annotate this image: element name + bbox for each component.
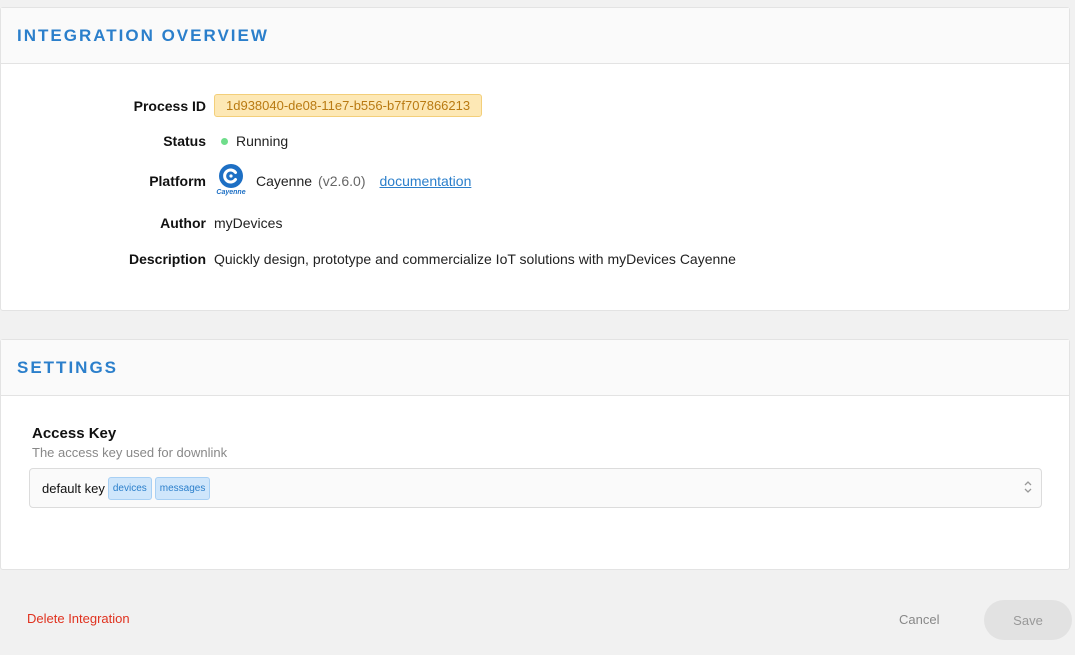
platform-row: Platform Cayenne Cayenne (v2.6.0) docume… xyxy=(1,163,471,199)
documentation-link[interactable]: documentation xyxy=(380,173,472,189)
save-button[interactable]: Save xyxy=(984,600,1072,640)
cayenne-logo-icon: Cayenne xyxy=(214,163,248,199)
status-label: Status xyxy=(163,133,206,149)
description-row: Description Quickly design, prototype an… xyxy=(1,251,736,267)
overview-header: INTEGRATION OVERVIEW xyxy=(1,8,1069,64)
status-dot-icon xyxy=(221,137,228,145)
integration-overview-card: INTEGRATION OVERVIEW Process ID 1d938040… xyxy=(0,7,1070,311)
access-key-value: default key xyxy=(42,480,105,496)
platform-label: Platform xyxy=(149,173,206,189)
platform-name: Cayenne xyxy=(256,173,313,189)
access-key-label: Access Key xyxy=(32,425,117,442)
author-value: myDevices xyxy=(214,215,283,231)
description-value: Quickly design, prototype and commercial… xyxy=(214,251,736,267)
process-id-label: Process ID xyxy=(133,97,206,114)
process-id-row: Process ID 1d938040-de08-11e7-b556-b7f70… xyxy=(1,94,483,117)
process-id-badge[interactable]: 1d938040-de08-11e7-b556-b7f707866213 xyxy=(214,94,483,117)
chevron-up-down-icon xyxy=(1023,479,1033,498)
description-label: Description xyxy=(128,251,206,267)
save-button-label: Save xyxy=(1013,612,1043,628)
tag-devices: devices xyxy=(107,476,152,500)
status-value: Running xyxy=(236,133,289,149)
status-row: Status Running xyxy=(1,133,288,149)
platform-version: (v2.6.0) xyxy=(318,173,366,189)
settings-header: SETTINGS xyxy=(1,340,1069,396)
author-label: Author xyxy=(160,215,206,231)
delete-integration-button[interactable]: Delete Integration xyxy=(27,611,130,626)
overview-title: INTEGRATION OVERVIEW xyxy=(17,25,269,45)
access-key-select[interactable]: default key devices messages xyxy=(29,468,1042,508)
access-key-help: The access key used for downlink xyxy=(32,445,228,460)
settings-title: SETTINGS xyxy=(17,357,119,377)
cancel-button[interactable]: Cancel xyxy=(899,612,939,627)
tag-messages: messages xyxy=(154,476,211,500)
author-row: Author myDevices xyxy=(1,215,282,231)
settings-card: SETTINGS Access Key The access key used … xyxy=(0,339,1070,570)
cayenne-logo-text: Cayenne xyxy=(216,189,246,196)
